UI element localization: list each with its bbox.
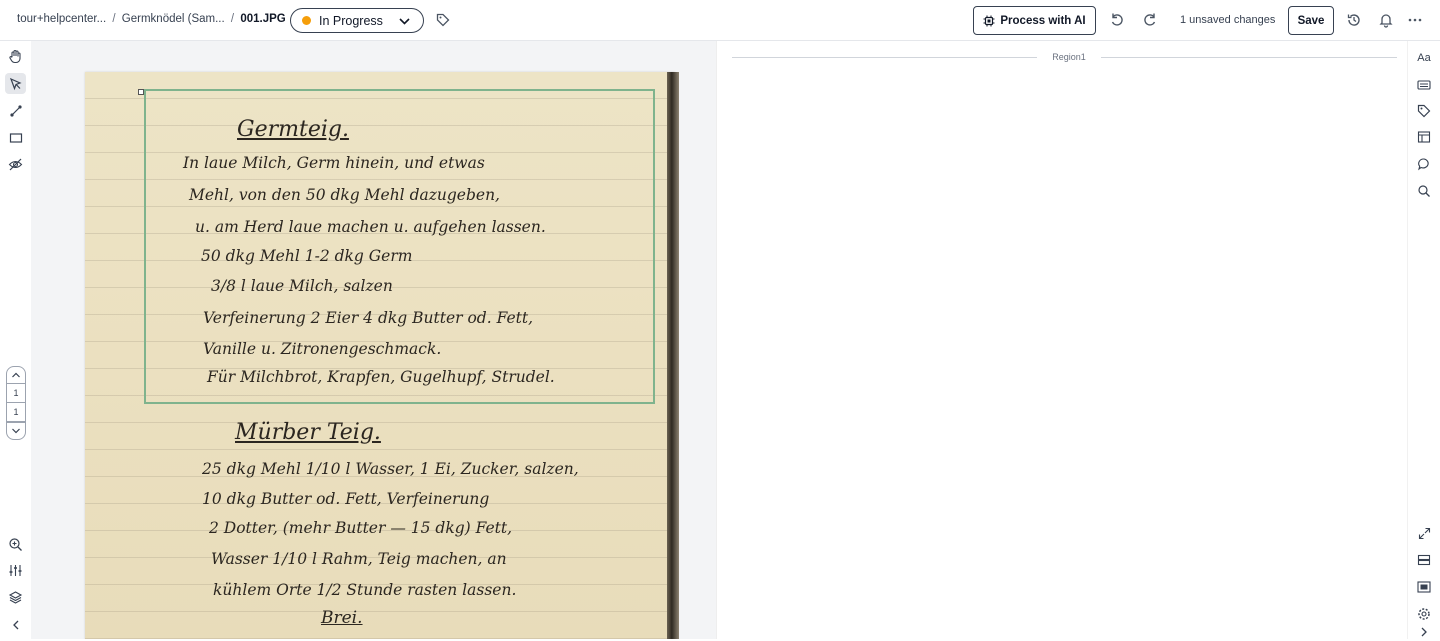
page-up-button[interactable] [6,366,26,384]
book-spine [667,72,679,639]
breadcrumb-item-workspace[interactable]: tour+helpcenter... [17,13,106,25]
handwritten-title: Brei. [321,608,363,628]
eye-off-icon[interactable] [5,154,26,175]
breadcrumb: tour+helpcenter... / Germknödel (Sam... … [17,13,286,25]
search-icon[interactable] [1415,182,1433,200]
sliders-icon[interactable] [5,560,26,581]
current-page-number[interactable]: 1 [6,384,26,403]
status-dot [302,16,311,25]
collapse-left-icon[interactable] [5,614,26,635]
page-navigator: 1 1 [6,366,26,442]
line-icon[interactable] [5,100,26,121]
chevron-up-icon [12,372,20,378]
handwritten-title: Mürber Teig. [235,420,381,445]
settings-icon[interactable] [1415,605,1433,623]
chip-icon [983,15,995,26]
process-with-ai-label: Process with AI [1000,14,1086,27]
breadcrumb-separator: / [112,13,116,25]
history-icon[interactable] [1345,11,1363,29]
zoom-in-icon[interactable] [5,534,26,555]
annotation-region-box[interactable] [144,89,655,404]
panel-icon[interactable] [1415,578,1433,596]
handwritten-line: kühlem Orte 1/2 Stunde rasten lassen. [213,581,517,599]
text-style-icon[interactable]: Aa [1415,49,1433,67]
rectangle-icon[interactable] [5,127,26,148]
region-header: Region1 [732,51,1397,63]
bell-icon[interactable] [1377,11,1395,29]
top-bar: tour+helpcenter... / Germknödel (Sam... … [0,0,1440,41]
handwritten-line: 25 dkg Mehl 1/10 l Wasser, 1 Ei, Zucker,… [202,460,579,478]
region-label: Region1 [1052,52,1086,62]
status-dropdown[interactable]: In Progress [290,8,424,33]
hand-icon[interactable] [5,46,26,67]
chevron-down-icon [12,428,20,434]
more-icon[interactable] [1406,11,1424,29]
breadcrumb-separator: / [230,13,235,25]
document-canvas[interactable]: Germteig. In laue Milch, Germ hinein, un… [31,41,716,639]
region-rule-right [1101,57,1397,58]
handwritten-line: 10 dkg Butter od. Fett, Verfeinerung [202,490,490,508]
status-label: In Progress [319,13,383,28]
handwritten-line: 2 Dotter, (mehr Butter — 15 dkg) Fett, [209,519,513,537]
unsaved-changes-text: 1 unsaved changes [1180,14,1276,26]
pointer-icon[interactable] [5,73,26,94]
tag-icon[interactable] [1415,102,1433,120]
keyboard-icon[interactable] [1415,76,1433,94]
process-with-ai-button[interactable]: Process with AI [973,6,1096,35]
expand-right-icon[interactable] [1415,623,1433,641]
rows-icon[interactable] [1415,551,1433,569]
tag-icon[interactable] [436,13,450,27]
layout-icon[interactable] [1415,128,1433,146]
transcription-pane[interactable]: Region1 [717,41,1407,639]
page-down-button[interactable] [6,422,26,440]
expand-icon[interactable] [1415,524,1433,542]
region-resize-handle[interactable] [138,89,144,95]
text-style-label: Aa [1417,52,1431,64]
breadcrumb-item-file: 001.JPG [240,13,286,25]
save-button[interactable]: Save [1288,6,1334,35]
left-toolbar: 1 1 [0,41,31,639]
undo-icon[interactable] [1108,11,1126,29]
comment-icon[interactable] [1415,155,1433,173]
redo-icon[interactable] [1141,11,1159,29]
layers-icon[interactable] [5,587,26,608]
region-rule-left [732,57,1037,58]
breadcrumb-item-project[interactable]: Germknödel (Sam... [122,13,225,25]
handwritten-line: Wasser 1/10 l Rahm, Teig machen, an [211,550,507,568]
chevron-down-icon [399,18,410,25]
right-toolbar: Aa [1407,41,1440,639]
total-pages-number: 1 [6,403,26,422]
